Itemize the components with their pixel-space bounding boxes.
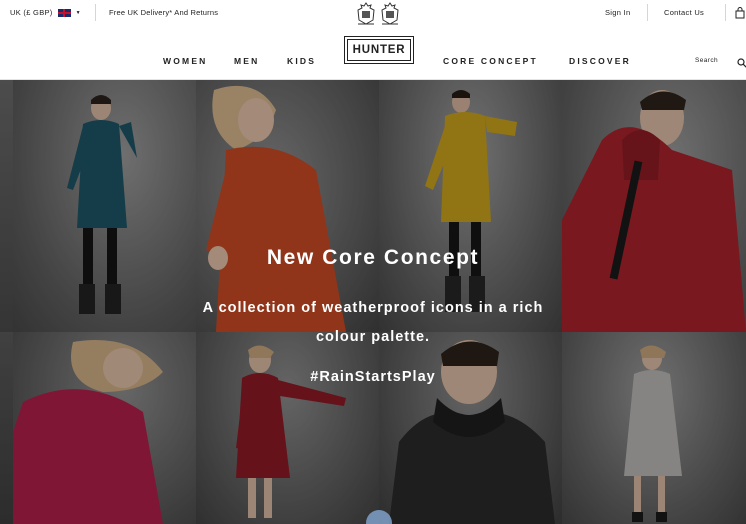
hunter-logo[interactable]: HUNTER xyxy=(344,36,414,64)
hero-subtitle: colour palette. xyxy=(315,329,431,345)
shopping-bag-icon[interactable] xyxy=(735,6,745,24)
locale-selector[interactable]: UK (£ GBP) ▼ xyxy=(10,8,81,17)
search-icon[interactable] xyxy=(737,55,746,73)
divider xyxy=(725,4,726,21)
search-label[interactable]: Search xyxy=(695,57,718,64)
chevron-down-icon: ▼ xyxy=(75,9,81,16)
main-nav: WOMEN MEN KIDS HUNTER CORE CONCEPT DISCO… xyxy=(0,26,746,80)
royal-warrant-icon xyxy=(355,2,401,26)
nav-item-discover[interactable]: DISCOVER xyxy=(569,56,631,66)
divider xyxy=(95,4,96,21)
hero-banner[interactable]: New Core Concept A collection of weather… xyxy=(0,80,746,524)
delivery-promo-link[interactable]: Free UK Delivery* And Returns xyxy=(109,8,218,17)
contact-us-link[interactable]: Contact Us xyxy=(664,8,704,17)
logo-text: HUNTER xyxy=(347,39,411,61)
divider xyxy=(647,4,648,21)
nav-item-men[interactable]: MEN xyxy=(234,56,260,66)
sign-in-link[interactable]: Sign In xyxy=(605,8,630,17)
hero-title: New Core Concept xyxy=(266,246,480,269)
hero-hashtag[interactable]: #RainStartsPlay xyxy=(0,369,746,385)
locale-label: UK (£ GBP) xyxy=(10,8,53,17)
hero-subtitle: A collection of weatherproof icons in a … xyxy=(202,300,544,316)
nav-item-women[interactable]: WOMEN xyxy=(163,56,208,66)
nav-item-kids[interactable]: KIDS xyxy=(287,56,316,66)
nav-item-core-concept[interactable]: CORE CONCEPT xyxy=(443,56,538,66)
utility-bar: UK (£ GBP) ▼ Free UK Delivery* And Retur… xyxy=(0,0,746,26)
uk-flag-icon xyxy=(57,8,71,17)
